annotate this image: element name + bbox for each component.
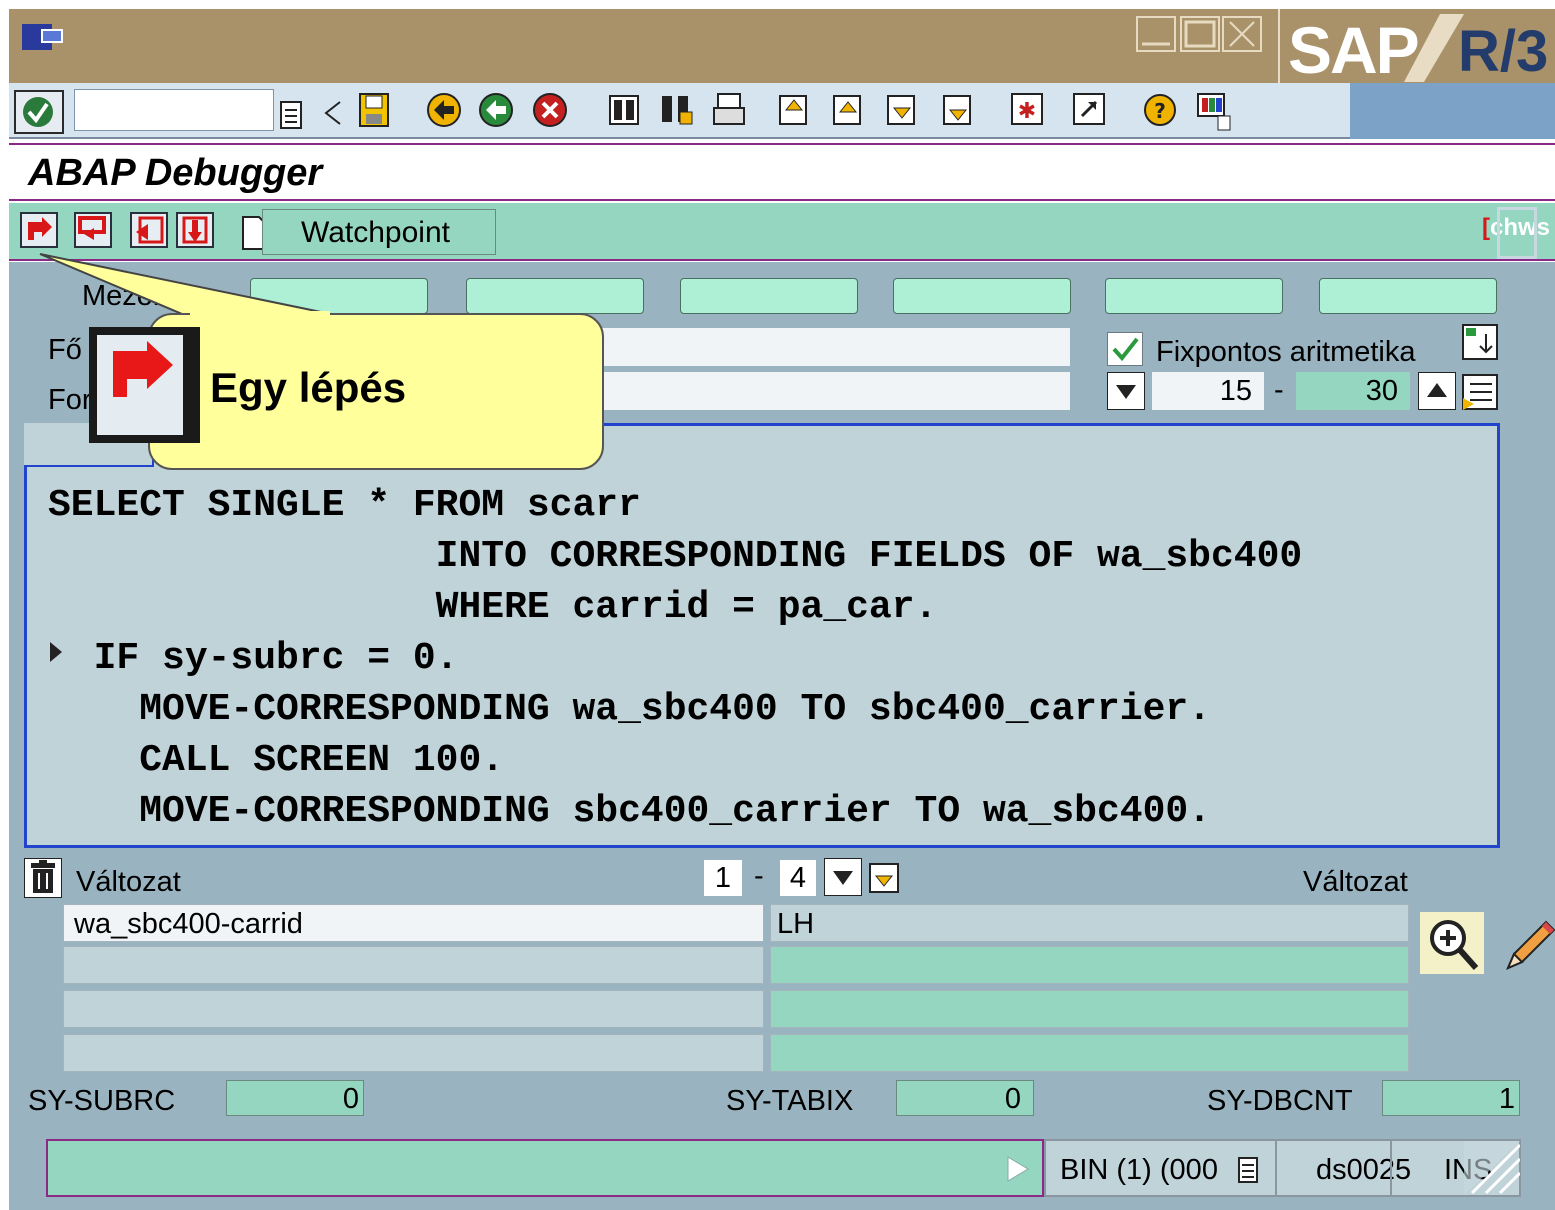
command-history-icon[interactable]: [276, 96, 306, 132]
tab-button-5[interactable]: [1105, 278, 1283, 314]
command-field[interactable]: [74, 89, 274, 131]
fixpoint-checkbox[interactable]: [1107, 332, 1143, 366]
status-bar-message: [46, 1139, 1044, 1197]
variables-page-separator: -: [754, 860, 764, 892]
close-button[interactable]: [1222, 16, 1262, 52]
variables-page-to: 4: [780, 860, 816, 896]
line-up-button[interactable]: [1418, 372, 1456, 410]
exit-icon[interactable]: [476, 90, 513, 130]
continue-button[interactable]: [176, 212, 214, 248]
tab-button-3[interactable]: [680, 278, 858, 314]
code-line: SELECT SINGLE * FROM scarr: [48, 484, 641, 527]
screen-title: ABAP Debugger: [28, 152, 323, 194]
sy-tabix-label: SY-TABIX: [726, 1085, 854, 1117]
variable-value-field: LH: [770, 904, 1409, 942]
variable-name-field[interactable]: [63, 990, 764, 1028]
print-icon[interactable]: [606, 90, 640, 130]
status-system-list-icon[interactable]: [1234, 1152, 1262, 1186]
sap-logo: SAP: [1288, 13, 1420, 87]
first-page-icon[interactable]: [776, 90, 810, 130]
svg-text:?: ?: [1154, 99, 1166, 123]
return-button[interactable]: [130, 212, 168, 248]
variable-name-field[interactable]: wa_sbc400-carrid: [63, 904, 764, 942]
tab-button-6[interactable]: [1319, 278, 1497, 314]
tooltip-text: Egy lépés: [210, 364, 407, 411]
zoom-icon[interactable]: [1420, 912, 1484, 974]
variables-page-down-button[interactable]: [824, 858, 862, 896]
code-line: MOVE-CORRESPONDING wa_sbc400 TO sbc400_c…: [48, 688, 1211, 731]
watchpoint-label: Watchpoint: [301, 216, 450, 249]
fixpoint-label: Fixpontos aritmetika: [1156, 336, 1416, 368]
last-page-icon[interactable]: [940, 90, 974, 130]
code-line: IF sy-subrc = 0.: [48, 637, 459, 680]
find-icon[interactable]: [658, 90, 693, 130]
layout-menu-icon[interactable]: [1194, 90, 1231, 131]
delete-icon[interactable]: [24, 858, 62, 898]
sy-subrc-value: 0: [226, 1080, 364, 1116]
sy-dbcnt-value: 1: [1382, 1080, 1520, 1116]
system-menu-icon[interactable]: [20, 20, 64, 60]
save-icon[interactable]: [356, 90, 390, 130]
back-icon[interactable]: [424, 90, 461, 130]
line-down-button[interactable]: [1107, 372, 1145, 410]
current-line-marker-icon: [48, 640, 68, 668]
code-line: CALL SCREEN 100.: [48, 739, 505, 782]
new-session-icon[interactable]: ✱: [1008, 90, 1043, 130]
variables-next-page-icon[interactable]: [866, 858, 906, 898]
enter-icon[interactable]: [14, 90, 64, 134]
resize-grip-icon[interactable]: [1464, 1141, 1522, 1195]
source-label: For: [48, 384, 92, 416]
tab-button-4[interactable]: [893, 278, 1071, 314]
code-line: MOVE-CORRESPONDING sbc400_carrier TO wa_…: [48, 790, 1211, 833]
pencil-icon[interactable]: [1500, 912, 1555, 974]
variables-header-left: Változat: [76, 866, 181, 898]
tab-button-2[interactable]: [466, 278, 644, 314]
r3-logo: R/3: [1458, 19, 1549, 84]
svg-text:✱: ✱: [1018, 99, 1036, 124]
variable-name-field[interactable]: [63, 1034, 764, 1072]
single-step-large-icon: [97, 335, 183, 435]
sap-logo-slash: [1404, 14, 1464, 82]
code-line: WHERE carrid = pa_car.: [48, 586, 938, 629]
variables-header-right: Változat: [1303, 866, 1408, 898]
sy-subrc-label: SY-SUBRC: [28, 1085, 176, 1117]
download-icon[interactable]: [1460, 322, 1500, 362]
tooltip-pointer-fill: [190, 311, 330, 317]
shortcut-icon[interactable]: [1070, 90, 1105, 130]
status-divider: [1275, 1141, 1277, 1195]
sy-tabix-value: 0: [896, 1080, 1034, 1116]
next-page-icon[interactable]: [884, 90, 918, 130]
status-divider: [1390, 1141, 1392, 1195]
find-next-icon[interactable]: [712, 90, 746, 130]
maximize-button[interactable]: [1180, 16, 1220, 52]
code-line: INTO CORRESPONDING FIELDS OF wa_sbc400: [48, 535, 1303, 578]
toolbar-scroll-box[interactable]: [1497, 207, 1537, 259]
execute-button[interactable]: [74, 212, 112, 248]
status-server: ds0025: [1316, 1154, 1412, 1186]
variables-page-from: 1: [704, 860, 742, 896]
minimize-button[interactable]: [1136, 16, 1176, 52]
status-arrow-icon[interactable]: [1004, 1154, 1032, 1184]
collapse-icon[interactable]: [318, 96, 346, 130]
status-system: BIN (1) (000: [1060, 1154, 1218, 1186]
variable-value-field[interactable]: [770, 990, 1409, 1028]
help-icon[interactable]: ?: [1140, 90, 1176, 130]
main-program-label: Fő: [48, 334, 82, 366]
line-to-field[interactable]: 30: [1296, 372, 1410, 410]
line-range-separator: -: [1274, 374, 1284, 406]
variable-name-field[interactable]: [63, 946, 764, 984]
sy-dbcnt-label: SY-DBCNT: [1207, 1085, 1353, 1117]
cancel-icon[interactable]: [530, 90, 567, 130]
toolbar-extension: [1350, 83, 1555, 139]
display-options-icon[interactable]: [1460, 372, 1500, 412]
variable-value-field[interactable]: [770, 946, 1409, 984]
previous-page-icon[interactable]: [830, 90, 864, 130]
single-step-button[interactable]: [20, 212, 58, 248]
line-from-field[interactable]: 15: [1152, 372, 1264, 410]
variable-value-field[interactable]: [770, 1034, 1409, 1072]
